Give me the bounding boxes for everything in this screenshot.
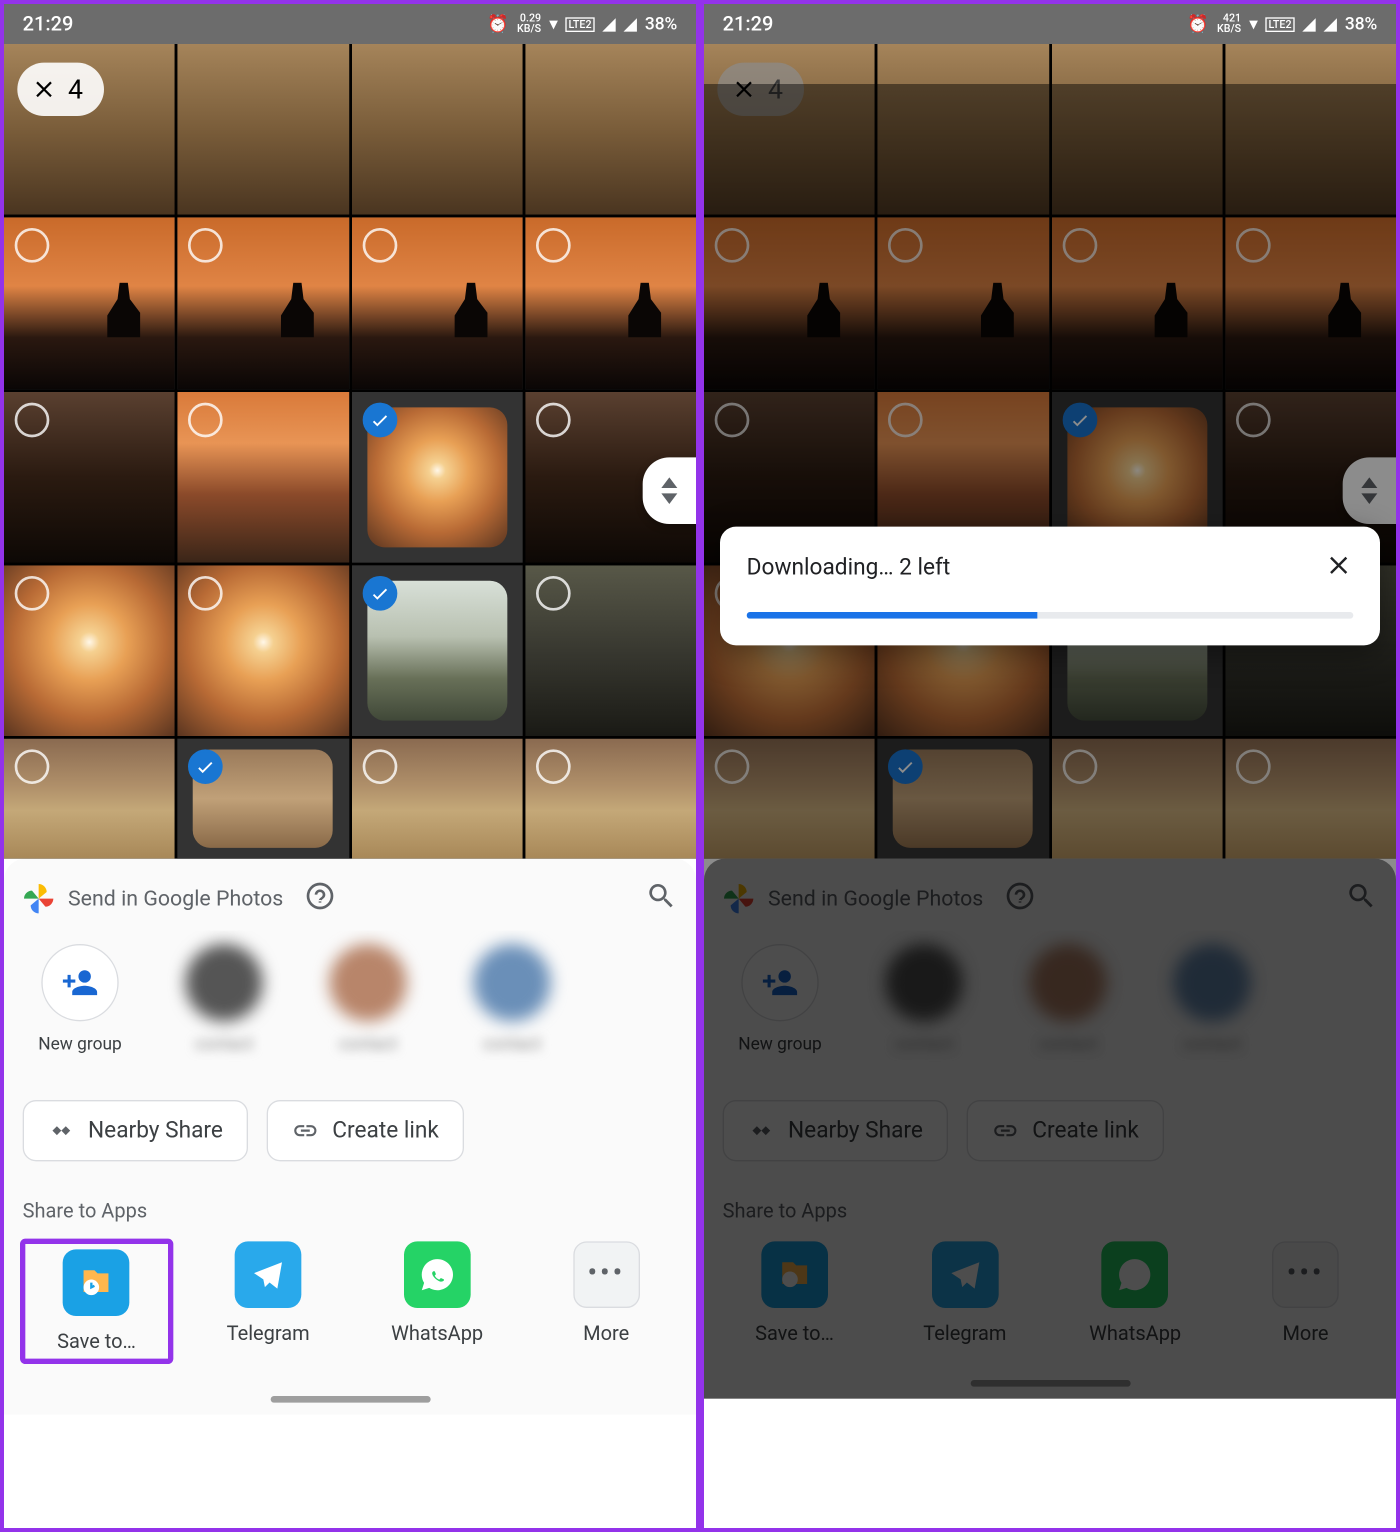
photo-cell[interactable] <box>178 391 349 562</box>
volte-icon: LTE2 <box>566 17 594 32</box>
fast-scroll-handle <box>1343 457 1396 524</box>
person-add-icon <box>61 964 98 1001</box>
progress-bar <box>747 612 1354 619</box>
close-icon[interactable] <box>31 76 58 103</box>
signal-icon-2: ◢ <box>624 14 637 34</box>
contact-item[interactable]: contact <box>311 944 426 1055</box>
photo-cell[interactable] <box>178 44 349 215</box>
photo-grid-area: 4 <box>4 44 696 858</box>
new-group-button: New group <box>723 944 838 1055</box>
photo-grid-area: 4 <box>704 44 1396 858</box>
contact-item[interactable]: contact <box>455 944 570 1055</box>
photo-cell[interactable] <box>525 218 696 389</box>
download-progress-card: Downloading… 2 left <box>720 527 1380 646</box>
photo-cell[interactable] <box>525 565 696 736</box>
app-telegram: Telegram <box>893 1241 1037 1345</box>
signal-icon-2: ◢ <box>1324 14 1337 34</box>
gesture-nav-bar[interactable] <box>4 1385 696 1414</box>
photo-cell[interactable] <box>351 218 522 389</box>
battery-text: 38% <box>645 14 677 34</box>
photo-cell[interactable] <box>351 739 522 859</box>
status-bar: 21:29 ⏰ 0.29KB/S ▾ LTE2 ◢ ◢ 38% <box>4 4 696 44</box>
google-photos-icon <box>723 882 755 914</box>
selection-count-chip: 4 <box>717 63 804 116</box>
selection-count-chip[interactable]: 4 <box>17 63 104 116</box>
nearby-share-button: Nearby Share <box>723 1100 949 1161</box>
search-icon <box>1345 880 1377 917</box>
gesture-nav-bar <box>704 1369 1396 1398</box>
photo-cell[interactable] <box>178 565 349 736</box>
battery-text: 38% <box>1345 14 1377 34</box>
share-sheet-header: Send in Google Photos <box>704 858 1396 930</box>
person-add-icon <box>761 964 798 1001</box>
app-save-to[interactable]: Save to… <box>23 1241 171 1361</box>
help-icon[interactable] <box>305 880 337 917</box>
status-time: 21:29 <box>23 12 74 36</box>
link-icon <box>292 1117 319 1144</box>
fast-scroll-handle[interactable] <box>643 457 696 524</box>
volte-icon: LTE2 <box>1266 17 1294 32</box>
whatsapp-icon <box>404 1241 471 1308</box>
alarm-icon: ⏰ <box>1187 14 1209 34</box>
close-icon <box>731 76 758 103</box>
nearby-share-button[interactable]: Nearby Share <box>23 1100 249 1161</box>
download-message: Downloading… 2 left <box>747 555 951 582</box>
search-icon[interactable] <box>645 880 677 917</box>
nearby-share-icon <box>48 1117 75 1144</box>
create-link-button[interactable]: Create link <box>267 1100 464 1161</box>
status-time: 21:29 <box>723 12 774 36</box>
photo-cell[interactable] <box>351 44 522 215</box>
photo-cell[interactable] <box>525 44 696 215</box>
photo-cell-selected[interactable] <box>351 391 522 562</box>
photo-grid[interactable] <box>4 44 696 858</box>
wifi-icon: ▾ <box>1249 14 1258 34</box>
photo-cell-selected[interactable] <box>351 565 522 736</box>
network-speed: 0.29KB/S <box>517 13 541 34</box>
contacts-row: New group contact contact contact <box>704 930 1396 1081</box>
files-icon <box>63 1249 130 1316</box>
selection-count: 4 <box>768 73 783 105</box>
share-actions-row: Nearby Share Create link <box>4 1081 696 1180</box>
more-icon: ••• <box>573 1241 640 1308</box>
help-icon <box>1005 880 1037 917</box>
app-save-to: Save to… <box>723 1241 867 1345</box>
photo-cell[interactable] <box>4 391 175 562</box>
contact-item[interactable]: contact <box>167 944 282 1055</box>
photo-cell[interactable] <box>4 739 175 859</box>
photo-grid <box>704 44 1396 858</box>
contacts-row[interactable]: New group contact contact contact <box>4 930 696 1081</box>
photo-cell[interactable] <box>525 739 696 859</box>
share-sheet: Send in Google Photos New group contact … <box>704 858 1396 1398</box>
network-speed: 421KB/S <box>1217 13 1241 34</box>
wifi-icon: ▾ <box>549 14 558 34</box>
photo-cell[interactable] <box>4 218 175 389</box>
share-apps-label: Share to Apps <box>4 1180 696 1236</box>
close-button[interactable] <box>1324 551 1353 586</box>
photo-cell-selected[interactable] <box>178 739 349 859</box>
new-group-button[interactable]: New group <box>23 944 138 1055</box>
app-telegram[interactable]: Telegram <box>197 1241 339 1361</box>
alarm-icon: ⏰ <box>487 14 509 34</box>
selection-count: 4 <box>68 73 83 105</box>
share-sheet-title: Send in Google Photos <box>68 886 283 911</box>
telegram-icon <box>235 1241 302 1308</box>
photo-cell[interactable] <box>4 565 175 736</box>
google-photos-icon <box>23 882 55 914</box>
apps-row: Save to… Telegram WhatsApp ••• More <box>4 1236 696 1385</box>
app-whatsapp: WhatsApp <box>1063 1241 1207 1345</box>
phone-left: 21:29 ⏰ 0.29KB/S ▾ LTE2 ◢ ◢ 38% <box>0 0 700 1532</box>
phone-right: 21:29 ⏰ 421KB/S ▾ LTE2 ◢ ◢ 38% <box>700 0 1400 1532</box>
app-whatsapp[interactable]: WhatsApp <box>366 1241 508 1361</box>
share-sheet: Send in Google Photos New group contact … <box>4 858 696 1414</box>
share-sheet-header: Send in Google Photos <box>4 858 696 930</box>
photo-cell[interactable] <box>178 218 349 389</box>
signal-icon-1: ◢ <box>1302 14 1315 34</box>
create-link-button: Create link <box>967 1100 1164 1161</box>
app-more[interactable]: ••• More <box>535 1241 677 1361</box>
app-more: •••More <box>1234 1241 1378 1345</box>
status-bar: 21:29 ⏰ 421KB/S ▾ LTE2 ◢ ◢ 38% <box>704 4 1396 44</box>
signal-icon-1: ◢ <box>602 14 615 34</box>
